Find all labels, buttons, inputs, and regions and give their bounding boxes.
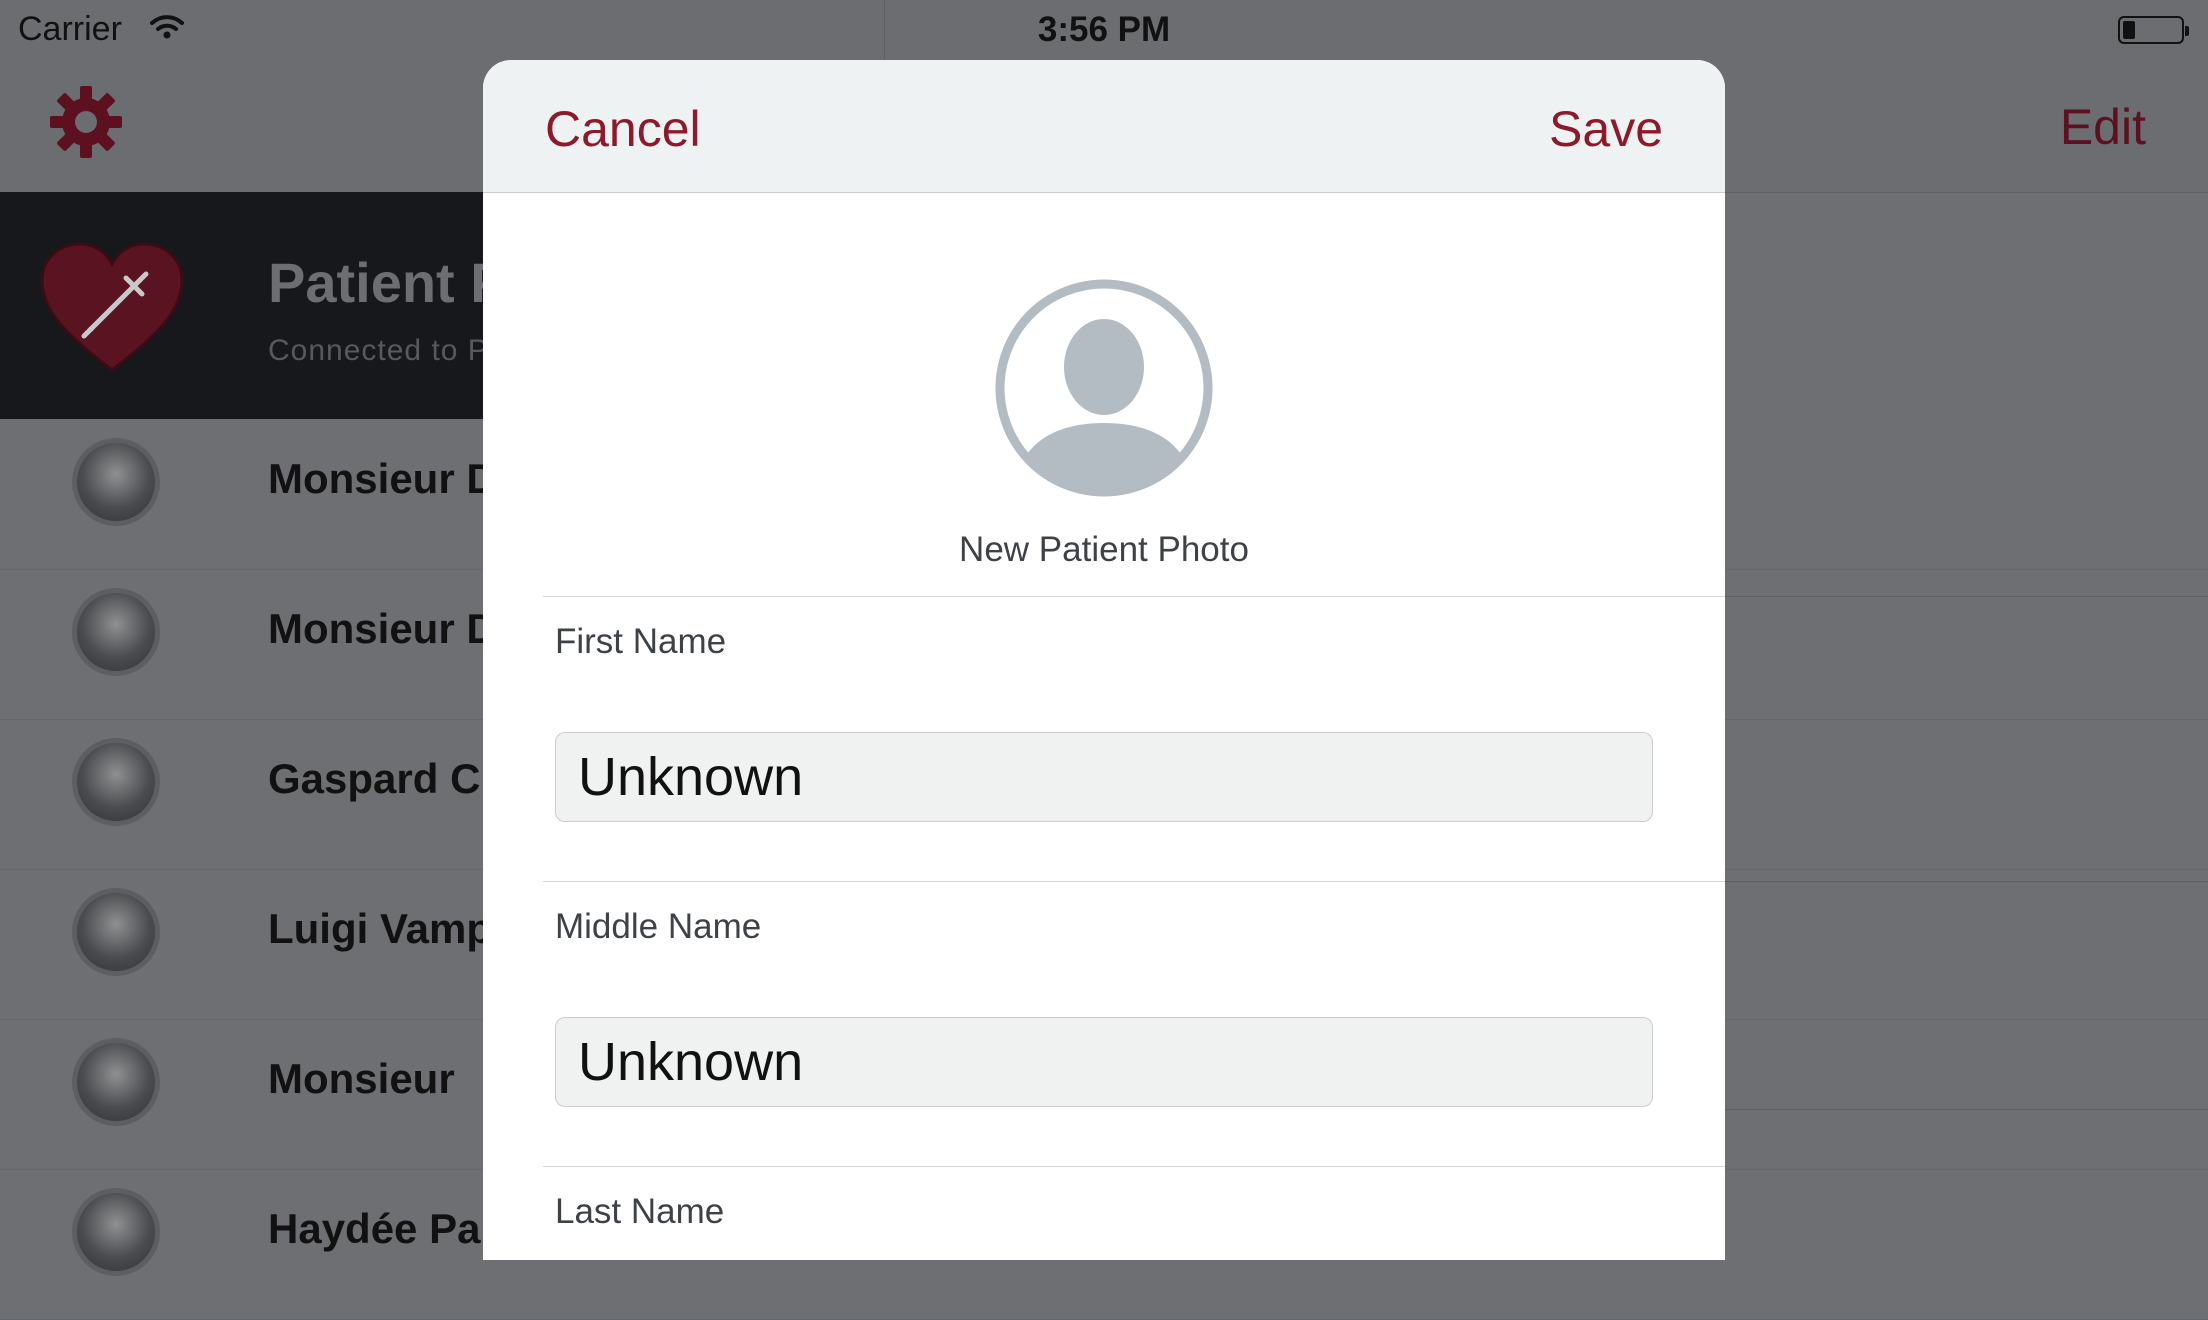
detail-separator <box>1725 596 2208 597</box>
middle-name-field[interactable] <box>555 1017 1653 1107</box>
avatar <box>72 588 160 676</box>
detail-separator <box>1725 881 2208 882</box>
list-header-subtitle: Connected to P <box>268 334 489 367</box>
avatar <box>72 438 160 526</box>
heart-syringe-icon <box>38 240 186 381</box>
battery-icon <box>2118 16 2189 44</box>
edit-button[interactable]: Edit <box>2060 98 2146 156</box>
patient-name: Luigi Vamp <box>268 905 493 952</box>
avatar <box>72 888 160 976</box>
person-placeholder-icon[interactable] <box>993 277 1215 499</box>
patient-name: Gaspard C <box>268 755 481 802</box>
field-separator <box>543 1166 1725 1167</box>
save-button[interactable]: Save <box>1549 100 1663 158</box>
list-header-title: Patient P <box>268 251 508 314</box>
first-name-field[interactable] <box>555 732 1653 822</box>
status-time: 3:56 PM <box>1037 10 1171 49</box>
patient-name: Monsieur D <box>268 455 497 502</box>
avatar <box>72 1188 160 1276</box>
middle-name-label: Middle Name <box>555 907 762 946</box>
first-name-label: First Name <box>555 622 727 661</box>
last-name-label: Last Name <box>555 1192 725 1231</box>
avatar <box>72 738 160 826</box>
gear-icon[interactable] <box>48 84 124 165</box>
new-patient-modal: Cancel Save New Patient Photo First Name… <box>483 60 1725 1260</box>
status-bar: Carrier 3:56 PM <box>0 0 2208 62</box>
modal-header: Cancel Save <box>483 60 1725 193</box>
detail-separator <box>1725 1109 2208 1110</box>
patient-name: Haydée Pa <box>268 1205 481 1252</box>
cancel-button[interactable]: Cancel <box>545 100 701 158</box>
patient-name: Monsieur D <box>268 605 497 652</box>
field-separator <box>543 596 1725 597</box>
field-separator <box>543 881 1725 882</box>
avatar <box>72 1038 160 1126</box>
patient-name: Monsieur <box>268 1055 455 1102</box>
photo-label: New Patient Photo <box>959 530 1249 569</box>
